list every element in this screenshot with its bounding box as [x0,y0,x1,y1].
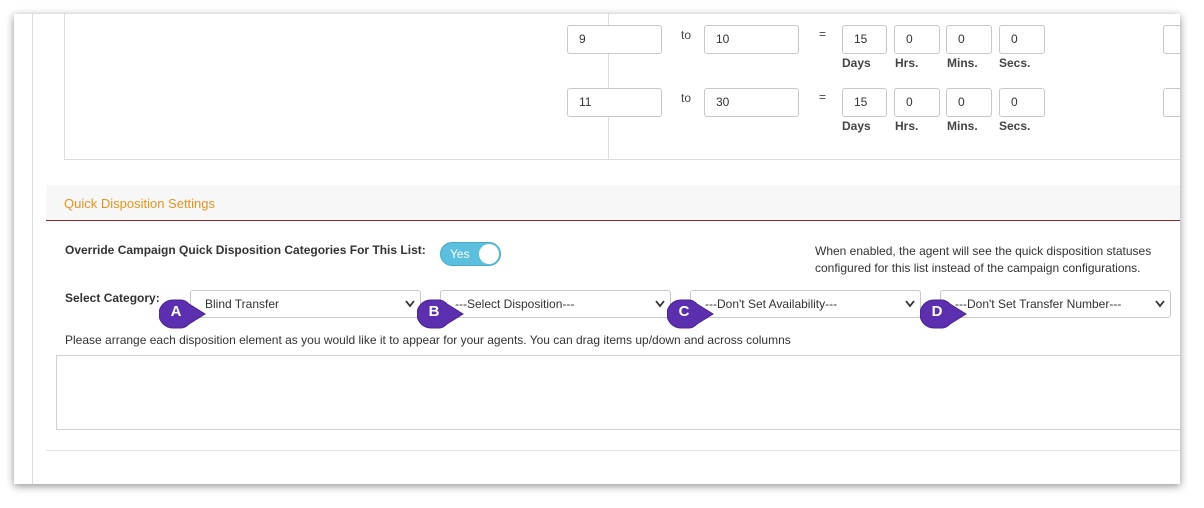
transfer-number-select-value: ---Don't Set Transfer Number--- [955,297,1122,311]
section-bottom-divider [46,450,1180,451]
callout-letter: B [428,303,440,320]
panel-left-border [32,14,33,484]
transfer-number-select[interactable]: ---Don't Set Transfer Number--- [940,290,1171,318]
toggle-label: Yes [450,247,470,261]
callout-badge-a: A [159,298,206,329]
category-label: Select Category: [65,291,160,305]
range-extra-input[interactable] [1163,88,1180,117]
override-label: Override Campaign Quick Disposition Cate… [65,243,426,257]
chevron-down-icon [655,300,665,308]
seconds-label: Secs. [999,119,1031,133]
days-input[interactable]: 15 [842,25,887,54]
callout-letter: A [170,303,182,320]
equals-sign: = [819,27,827,41]
chevron-down-icon [405,300,415,308]
minutes-label: Mins. [947,119,978,133]
days-label: Days [842,119,871,133]
hours-label: Hrs. [895,56,919,70]
hours-input[interactable]: 0 [894,25,940,54]
callout-letter: C [678,303,690,320]
equals-sign: = [819,90,827,104]
callout-badge-b: B [417,298,464,329]
range-to-label: to [681,91,692,105]
category-select[interactable]: Blind Transfer [190,290,421,318]
section-title: Quick Disposition Settings [64,196,216,211]
seconds-input[interactable]: 0 [999,88,1045,117]
seconds-label: Secs. [999,56,1031,70]
seconds-input[interactable]: 0 [999,25,1045,54]
section-header [46,185,1180,221]
range-extra-input[interactable] [1163,25,1180,54]
hours-label: Hrs. [895,119,919,133]
disposition-select[interactable]: ---Select Disposition--- [440,290,671,318]
availability-select-value: ---Don't Set Availability--- [705,297,838,311]
callout-badge-d: D [920,298,967,329]
override-toggle[interactable]: Yes [440,242,501,266]
minutes-input[interactable]: 0 [946,88,992,117]
range-from-input[interactable]: 11 [567,88,662,117]
category-select-value: Blind Transfer [205,297,280,311]
disposition-select-value: ---Select Disposition--- [455,297,575,311]
callout-letter: D [931,303,943,320]
days-label: Days [842,56,871,70]
chevron-down-icon [1155,300,1165,308]
minutes-input[interactable]: 0 [946,25,992,54]
days-input[interactable]: 15 [842,88,887,117]
hours-input[interactable]: 0 [894,88,940,117]
range-to-label: to [681,28,692,42]
toggle-knob [479,244,499,264]
disposition-drop-area[interactable] [56,355,1180,430]
arrange-instructions: Please arrange each disposition element … [65,333,791,347]
range-to-input[interactable]: 10 [704,25,799,54]
override-help-text: When enabled, the agent will see the qui… [815,244,1152,275]
range-from-input[interactable]: 9 [567,25,662,54]
minutes-label: Mins. [947,56,978,70]
range-to-input[interactable]: 30 [704,88,799,117]
callout-badge-c: C [667,298,714,329]
availability-select[interactable]: ---Don't Set Availability--- [690,290,921,318]
settings-panel: 9 to 10 = 15 0 0 0 Days Hrs. Mins. Secs.… [14,14,1180,484]
chevron-down-icon [905,300,915,308]
